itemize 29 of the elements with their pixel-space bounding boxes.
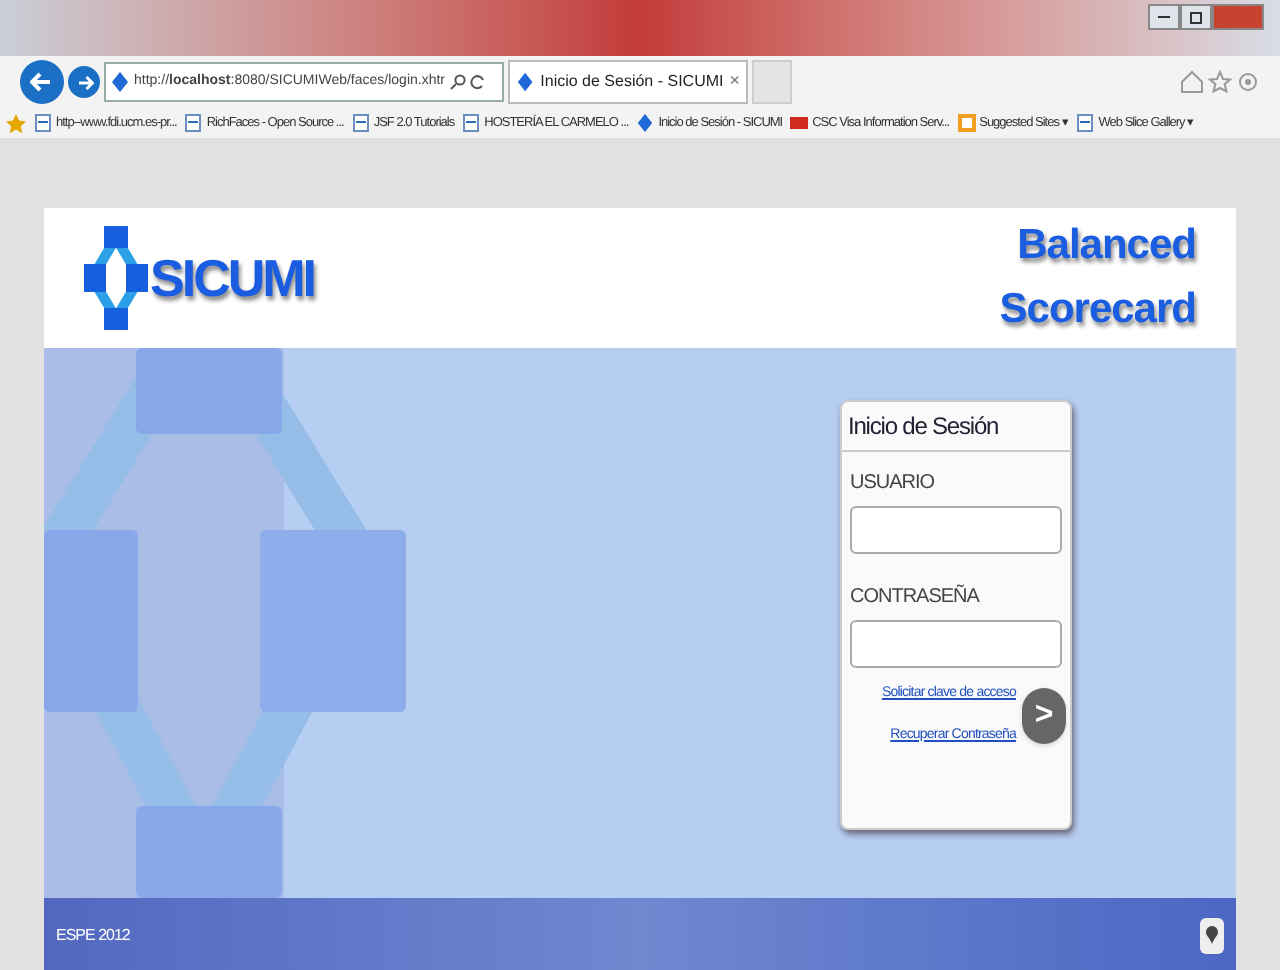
close-tab-button[interactable]: × <box>729 68 740 96</box>
submit-button[interactable]: > <box>1022 687 1066 743</box>
field-label: USUARIO <box>850 470 937 498</box>
forward-icon[interactable] <box>68 66 100 98</box>
sicumi-logo: SICUMI <box>84 226 314 330</box>
page-icon <box>351 114 370 132</box>
suggested-sites-icon <box>957 114 976 132</box>
site-icon <box>636 114 655 132</box>
site-icon <box>110 72 130 92</box>
page-icon <box>1076 114 1095 132</box>
footer-text: ESPE 2012 <box>56 924 130 948</box>
app-title: Balanced Scorecard <box>999 220 1196 336</box>
site-icon <box>516 72 535 92</box>
mail-icon <box>790 114 809 132</box>
search-icon[interactable] <box>449 74 466 90</box>
input-field[interactable] <box>850 620 1062 668</box>
toolbar-icons[interactable] <box>1180 70 1260 94</box>
favorites-star-icon[interactable] <box>6 113 26 133</box>
browser-tab[interactable]: Inicio de Sesión - SICUMI × <box>508 60 748 104</box>
input-field[interactable] <box>850 506 1062 554</box>
page-icon <box>184 114 203 132</box>
back-icon[interactable] <box>20 60 64 104</box>
window-controls-icon[interactable] <box>1148 4 1264 30</box>
page-icon <box>462 114 481 132</box>
page-icon <box>34 114 52 132</box>
refresh-icon[interactable] <box>469 74 486 90</box>
chat-bubble-icon[interactable] <box>1200 918 1224 954</box>
field-label: CONTRASEÑA <box>850 582 982 612</box>
panel-title: Inicio de Sesión <box>842 402 1070 452</box>
